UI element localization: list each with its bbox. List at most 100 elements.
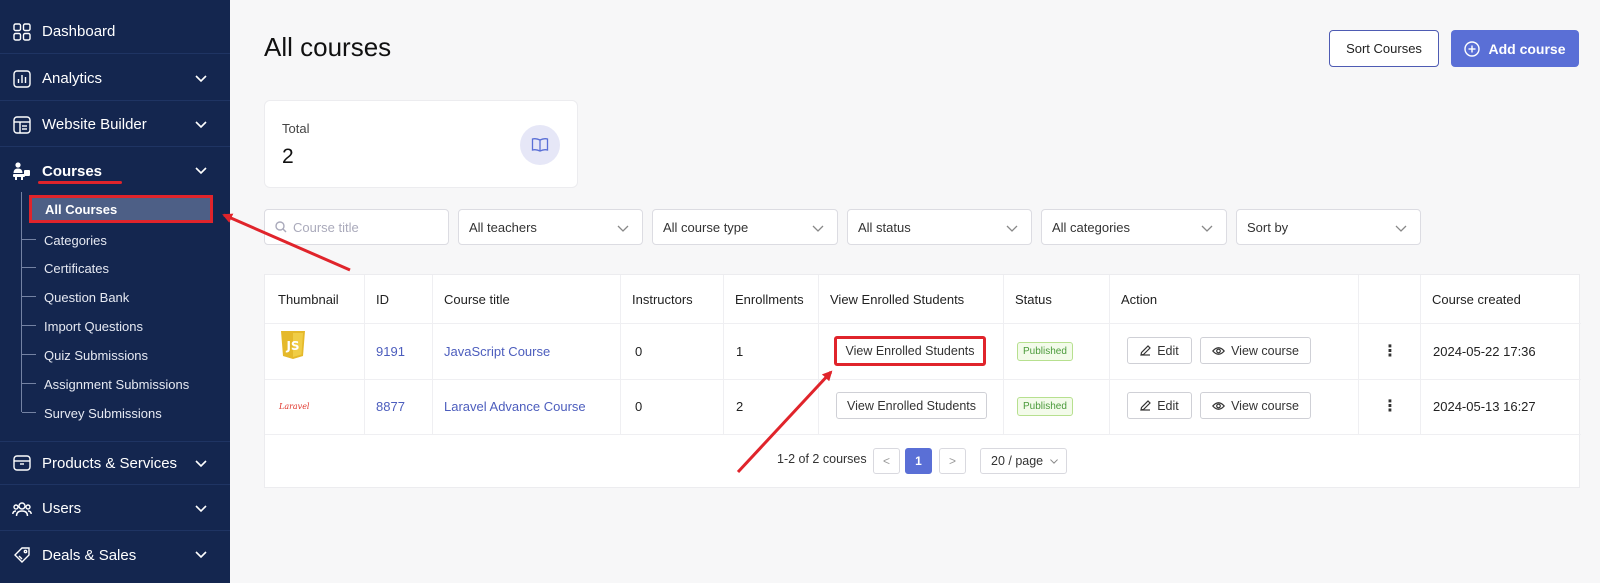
column-header-course-title: Course title (444, 291, 510, 307)
view-course-button[interactable]: View course (1200, 337, 1311, 364)
course-created-date: 2024-05-13 16:27 (1433, 399, 1536, 414)
column-header-instructors: Instructors (632, 291, 693, 307)
course-id-link[interactable]: 9191 (376, 323, 405, 379)
column-header-view-enrolled: View Enrolled Students (830, 291, 965, 307)
sidebar-subitem-import-questions[interactable]: Import Questions (22, 312, 212, 340)
page-1-button[interactable]: 1 (905, 448, 932, 474)
page-title: All courses (264, 32, 392, 62)
sidebar-subitem-assignment-submissions[interactable]: Assignment Submissions (22, 370, 212, 398)
sort-by-select-value: Sort by (1247, 219, 1289, 235)
sidebar-item-label: Website Builder (42, 116, 147, 133)
add-course-button[interactable]: Add course (1451, 30, 1579, 67)
table-row-thumbnail: JS (279, 330, 307, 360)
view-enrolled-students-button[interactable]: View Enrolled Students (836, 392, 987, 419)
edit-icon (1140, 400, 1152, 411)
analytics-icon (12, 69, 32, 89)
column-header-course-created: Course created (1432, 291, 1521, 307)
teachers-select-value: All teachers (469, 219, 537, 235)
status-select-value: All status (858, 219, 911, 235)
table-divider (265, 434, 1581, 435)
chevron-down-icon (812, 225, 824, 232)
chevron-down-icon[interactable] (194, 501, 208, 515)
next-page-button[interactable]: > (939, 448, 966, 474)
chevron-down-icon (1395, 225, 1407, 232)
status-select[interactable]: All status (847, 209, 1032, 245)
course-title-link[interactable]: Laravel Advance Course (444, 379, 586, 434)
chevron-down-icon[interactable] (194, 456, 208, 470)
column-header-id: ID (376, 291, 389, 307)
column-header-thumbnail: Thumbnail (278, 291, 339, 307)
instructors-count: 0 (635, 343, 643, 359)
status-badge-wrap: Published (1017, 379, 1073, 434)
javascript-logo-icon: JS (281, 331, 305, 359)
sidebar-item-website-builder[interactable]: Website Builder (0, 103, 230, 147)
more-vertical-icon[interactable]: ⋮ (1382, 341, 1398, 361)
search-input[interactable]: Course title (264, 209, 449, 245)
sidebar-subitem-categories[interactable]: Categories (22, 226, 212, 254)
view-enrolled-students-button[interactable]: View Enrolled Students (834, 336, 986, 366)
sidebar-item-label: Users (42, 500, 82, 517)
eye-icon (1212, 346, 1226, 355)
sidebar-subitem-question-bank[interactable]: Question Bank (22, 283, 212, 311)
categories-select[interactable]: All categories (1041, 209, 1227, 245)
sidebar-item-label: Deals & Sales (42, 546, 137, 564)
sidebar-item-label: Analytics (42, 70, 103, 87)
course-title-link[interactable]: JavaScript Course (444, 323, 550, 379)
instructors-count: 0 (635, 399, 643, 414)
chevron-down-icon[interactable] (194, 163, 208, 177)
edit-label: Edit (1157, 343, 1179, 358)
enrollments-count: 2 (736, 399, 744, 414)
categories-select-value: All categories (1052, 219, 1131, 235)
products-icon (12, 453, 32, 473)
chevron-down-icon[interactable] (194, 117, 208, 131)
chevron-down-icon[interactable] (194, 547, 208, 561)
sidebar-subitem-certificates[interactable]: Certificates (22, 254, 212, 282)
edit-button[interactable]: Edit (1127, 337, 1192, 364)
deals-icon (12, 545, 32, 565)
view-course-label: View course (1231, 398, 1299, 413)
edit-button[interactable]: Edit (1127, 392, 1192, 419)
chevron-down-icon[interactable] (194, 71, 208, 85)
sort-by-select[interactable]: Sort by (1236, 209, 1421, 245)
stat-value: 2 (282, 145, 294, 168)
chevron-down-icon (1050, 459, 1059, 464)
column-header-status: Status (1015, 291, 1052, 307)
page-size-select[interactable]: 20 / page (980, 448, 1067, 474)
prev-page-button[interactable]: < (873, 448, 900, 474)
book-icon (520, 125, 560, 165)
sidebar-item-deals[interactable]: Deals & Sales (0, 533, 230, 577)
website-builder-icon (12, 115, 32, 135)
dashboard-icon (12, 22, 32, 42)
pagination-summary: 1-2 of 2 courses (777, 452, 867, 466)
edit-icon (1140, 345, 1152, 356)
column-divider (1358, 275, 1359, 435)
search-placeholder: Course title (293, 219, 359, 235)
view-course-label: View course (1231, 343, 1299, 358)
chevron-down-icon (1201, 225, 1213, 232)
sidebar-item-dashboard[interactable]: Dashboard (0, 10, 230, 54)
plus-circle-icon (1464, 40, 1481, 57)
page-size-value: 20 / page (991, 454, 1044, 468)
sidebar-item-label: Products & Services (42, 454, 178, 472)
svg-text:JS: JS (285, 339, 299, 353)
sidebar-item-courses[interactable]: Courses (0, 149, 230, 193)
course-created-date: 2024-05-22 17:36 (1433, 343, 1536, 359)
sidebar-subitem-survey-submissions[interactable]: Survey Submissions (22, 399, 212, 427)
sidebar-subitem-quiz-submissions[interactable]: Quiz Submissions (22, 341, 212, 369)
users-icon (12, 499, 32, 519)
column-header-enrollments: Enrollments (735, 291, 804, 307)
course-id-link[interactable]: 8877 (376, 379, 405, 434)
teachers-select[interactable]: All teachers (458, 209, 643, 245)
column-header-action: Action (1121, 291, 1158, 307)
more-vertical-icon[interactable]: ⋮ (1382, 396, 1398, 416)
sidebar-item-products[interactable]: Products & Services (0, 441, 230, 485)
course-type-select[interactable]: All course type (652, 209, 838, 245)
sidebar-item-analytics[interactable]: Analytics (0, 57, 230, 101)
view-course-button[interactable]: View course (1200, 392, 1311, 419)
edit-label: Edit (1157, 398, 1179, 413)
status-badge: Published (1017, 397, 1073, 416)
sidebar-subitem-all-courses[interactable]: All Courses (29, 195, 213, 223)
sort-courses-button[interactable]: Sort Courses (1329, 30, 1439, 67)
sidebar-item-users[interactable]: Users (0, 487, 230, 531)
table-row-thumbnail: Laravel (279, 402, 310, 411)
